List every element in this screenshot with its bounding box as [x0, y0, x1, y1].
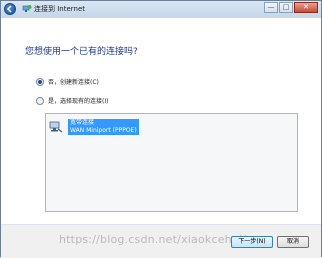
connection-device: WAN Miniport (PPPOE)	[70, 127, 137, 134]
option-use-existing[interactable]: 是，选择现有的连接(I)	[36, 96, 108, 105]
radio-create-new[interactable]	[36, 77, 44, 86]
network-icon	[22, 5, 32, 12]
minimize-button[interactable]: —	[264, 2, 278, 13]
title-bar: 连接到 Internet — □ ✕	[1, 1, 321, 18]
option-create-new[interactable]: 否，创建新连接(C)	[36, 77, 99, 86]
maximize-button[interactable]: □	[279, 2, 293, 13]
cancel-button[interactable]: 取消	[277, 236, 309, 248]
option-use-existing-label: 是，选择现有的连接(I)	[48, 98, 109, 105]
option-create-new-label: 否，创建新连接(C)	[48, 79, 99, 86]
connection-list[interactable]: 宽带连接 WAN Miniport (PPPOE)	[45, 113, 298, 212]
radio-use-existing[interactable]	[36, 96, 44, 105]
list-item[interactable]: 宽带连接 WAN Miniport (PPPOE)	[49, 119, 139, 135]
window-controls: — □ ✕	[263, 2, 318, 14]
page-heading: 您想使用一个已有的连接吗?	[25, 47, 138, 57]
next-button[interactable]: 下一步(N)	[231, 236, 273, 248]
connection-name: 宽带连接	[70, 119, 95, 126]
back-arrow-icon[interactable]	[4, 3, 16, 15]
watermark-text: https://blog.csdn.net/xiaokcehui/..	[59, 233, 254, 246]
window-title: 连接到 Internet	[34, 5, 86, 13]
connection-label: 宽带连接 WAN Miniport (PPPOE)	[68, 119, 139, 135]
dialog-window: 连接到 Internet — □ ✕ 您想使用一个已有的连接吗? 否，创建新连接…	[0, 0, 322, 258]
close-button[interactable]: ✕	[294, 2, 318, 13]
broadband-connection-icon	[49, 121, 63, 133]
